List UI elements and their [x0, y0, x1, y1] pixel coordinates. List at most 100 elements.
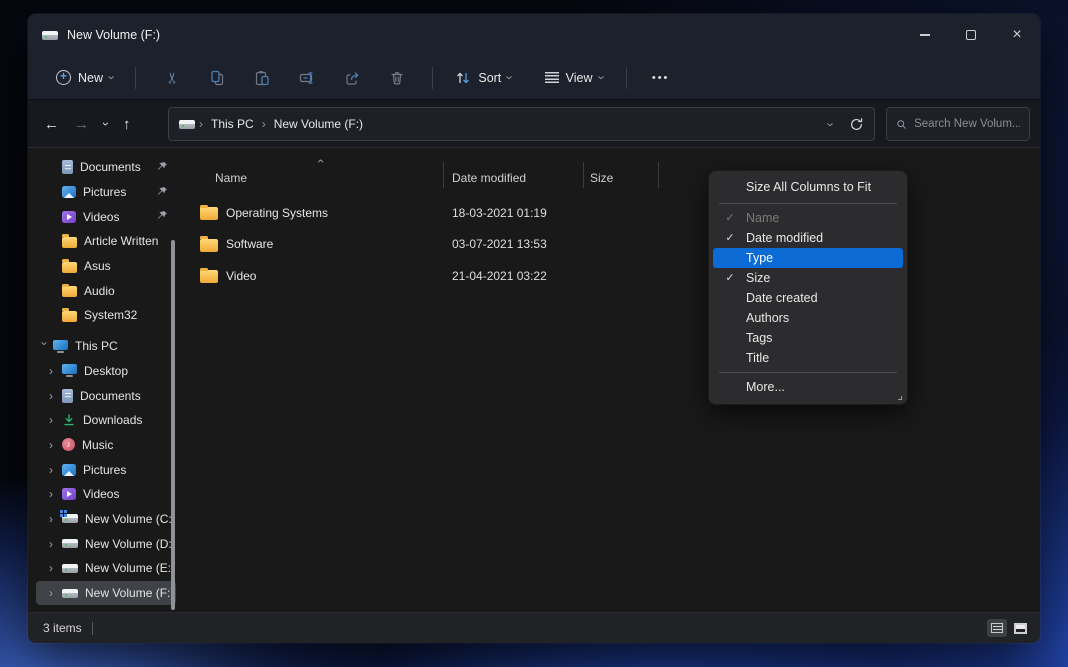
menu-item-size-all-columns[interactable]: ✓ Size All Columns to Fit — [713, 176, 903, 199]
up-button[interactable]: ↑ — [123, 116, 131, 133]
cut-button[interactable]: ✂ — [149, 62, 194, 94]
folder-icon — [200, 204, 218, 221]
menu-item-date-created[interactable]: ✓ Date created — [713, 288, 903, 308]
sort-icon — [457, 72, 470, 83]
chevron-down-icon: › — [104, 75, 120, 80]
chevron-right-icon[interactable]: › — [49, 587, 58, 599]
file-list-pane: › Name Date modified Size Operating Syst… — [185, 148, 1040, 612]
chevron-right-icon[interactable]: › — [49, 365, 58, 377]
file-row-video[interactable]: Video 21-04-2021 03:22 — [185, 260, 1040, 292]
column-divider[interactable] — [443, 162, 444, 188]
details-view-icon — [991, 623, 1003, 633]
back-button[interactable]: ← — [44, 116, 59, 133]
check-icon: ✓ — [725, 272, 735, 284]
drive-icon — [42, 30, 58, 40]
close-button[interactable]: × — [994, 14, 1040, 56]
documents-icon — [62, 388, 73, 403]
new-button-label: New — [78, 70, 104, 85]
file-row-software[interactable]: Software 03-07-2021 13:53 — [185, 229, 1040, 261]
share-button[interactable] — [329, 62, 374, 94]
sidebar-item-this-pc[interactable]: › This PC — [36, 334, 176, 359]
chevron-right-icon[interactable]: › — [49, 414, 58, 426]
search-input[interactable] — [914, 118, 1020, 130]
chevron-right-icon[interactable]: › — [49, 513, 58, 525]
view-button[interactable]: View › — [536, 66, 613, 90]
sidebar-item-new-volume-c[interactable]: › New Volume (C:) — [36, 507, 176, 532]
sort-button[interactable]: Sort › — [446, 65, 521, 91]
refresh-button[interactable] — [849, 117, 864, 132]
address-bar[interactable]: › This PC › New Volume (F:) › — [168, 107, 875, 141]
downloads-icon — [64, 414, 74, 426]
address-dropdown-button[interactable]: › — [823, 122, 838, 126]
column-header-size[interactable]: Size — [590, 171, 613, 185]
folder-icon — [62, 259, 77, 273]
sidebar-item-pictures[interactable]: › Pictures — [36, 457, 176, 482]
menu-item-title[interactable]: ✓ Title — [713, 348, 903, 368]
search-box[interactable] — [886, 107, 1030, 141]
delete-button[interactable] — [374, 62, 419, 94]
toolbar-separator — [135, 66, 137, 89]
sidebar-item-videos-pinned[interactable]: Videos — [36, 204, 176, 229]
minimize-button[interactable] — [902, 14, 948, 56]
sidebar-item-music[interactable]: › Music — [36, 433, 176, 458]
breadcrumb-separator: › — [261, 117, 266, 131]
menu-separator — [719, 203, 897, 204]
sidebar-item-asus[interactable]: Asus — [36, 254, 176, 279]
sidebar-item-article-written[interactable]: Article Written — [36, 229, 176, 254]
chevron-right-icon[interactable]: › — [49, 390, 58, 402]
menu-item-tags[interactable]: ✓ Tags — [713, 328, 903, 348]
drive-icon — [62, 563, 78, 573]
column-header-date-modified[interactable]: Date modified — [452, 171, 526, 185]
cut-icon: ✂ — [163, 71, 181, 84]
drive-icon — [62, 588, 78, 598]
maximize-button[interactable] — [948, 14, 994, 56]
sidebar-item-new-volume-e[interactable]: › New Volume (E:) — [36, 556, 176, 581]
chevron-down-icon[interactable]: › — [38, 342, 52, 351]
share-icon — [346, 71, 359, 85]
menu-item-size[interactable]: ✓ Size — [713, 268, 903, 288]
sidebar-item-new-volume-d[interactable]: › New Volume (D:) — [36, 531, 176, 556]
details-view-button[interactable] — [987, 619, 1007, 637]
sidebar-item-new-volume-g[interactable]: › New Volume (G: — [36, 605, 176, 612]
sidebar-item-documents[interactable]: › Documents — [36, 383, 176, 408]
recent-locations-button[interactable]: › — [99, 122, 113, 126]
sidebar-item-desktop[interactable]: › Desktop — [36, 359, 176, 384]
sidebar-item-downloads[interactable]: › Downloads — [36, 408, 176, 433]
sidebar-item-pictures-pinned[interactable]: Pictures — [36, 180, 176, 205]
window-title: New Volume (F:) — [67, 28, 161, 42]
column-header-name[interactable]: Name — [215, 171, 247, 185]
chevron-right-icon[interactable]: › — [49, 439, 58, 451]
see-more-button[interactable]: ••• — [652, 72, 670, 84]
sidebar-item-new-volume-f[interactable]: › New Volume (F:) — [36, 580, 176, 606]
chevron-right-icon[interactable]: › — [49, 538, 58, 550]
menu-item-more[interactable]: ✓ More... — [713, 377, 903, 397]
drive-windows-icon — [60, 510, 78, 524]
large-icons-view-button[interactable] — [1010, 619, 1030, 637]
menu-item-date-modified[interactable]: ✓ Date modified — [713, 228, 903, 248]
titlebar[interactable]: New Volume (F:) × — [28, 14, 1040, 56]
rename-button[interactable] — [284, 62, 329, 94]
copy-button[interactable] — [194, 62, 239, 94]
breadcrumb-this-pc[interactable]: This PC — [211, 117, 254, 131]
view-toggles — [987, 619, 1030, 637]
file-row-operating-systems[interactable]: Operating Systems 18-03-2021 01:19 — [185, 197, 1040, 229]
chevron-right-icon[interactable]: › — [49, 488, 58, 500]
sidebar-item-system32[interactable]: System32 — [36, 303, 176, 328]
item-count: 3 items — [43, 621, 82, 635]
column-divider[interactable] — [658, 162, 659, 188]
column-divider[interactable] — [583, 162, 584, 188]
sidebar-scrollbar[interactable] — [171, 240, 175, 610]
menu-item-authors[interactable]: ✓ Authors — [713, 308, 903, 328]
menu-resize-grip — [898, 396, 902, 400]
sidebar-item-documents-pinned[interactable]: Documents — [36, 155, 176, 180]
new-button[interactable]: + New › — [48, 65, 122, 90]
sidebar-item-audio[interactable]: Audio — [36, 278, 176, 303]
forward-button[interactable]: → — [74, 116, 89, 133]
paste-button[interactable] — [239, 62, 284, 94]
chevron-right-icon[interactable]: › — [49, 464, 58, 476]
sidebar-item-videos[interactable]: › Videos — [36, 482, 176, 507]
chevron-down-icon: › — [502, 75, 518, 80]
breadcrumb-current-folder[interactable]: New Volume (F:) — [274, 117, 363, 131]
menu-item-type[interactable]: ✓ Type — [713, 248, 903, 268]
chevron-right-icon[interactable]: › — [49, 562, 58, 574]
